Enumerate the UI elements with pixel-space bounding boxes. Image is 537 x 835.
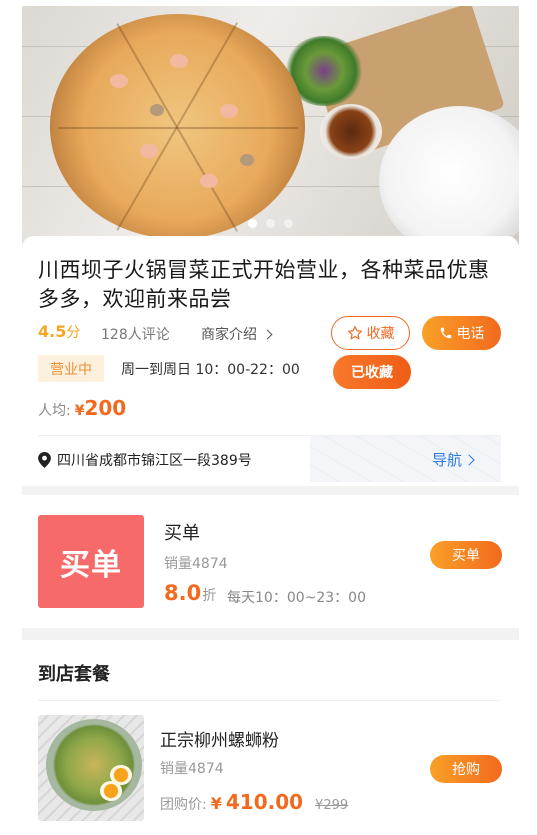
package-price: 团购价: ¥ 410.00 ¥299 <box>160 790 348 814</box>
favorite-button[interactable]: 收藏 <box>331 316 410 350</box>
average-price-label: 人均: <box>38 403 71 419</box>
merchant-intro-link[interactable]: 商家介绍 <box>201 324 273 344</box>
divider <box>38 700 501 701</box>
pay-title: 买单 <box>164 523 200 544</box>
buy-now-button[interactable]: 抢购 <box>430 755 502 783</box>
shrimp-topping <box>220 104 238 118</box>
pay-discount-value: 8.0 <box>164 581 202 605</box>
shop-title: 川西坝子火锅冒菜正式开始营业，各种菜品优惠多多，欢迎前来品尝 <box>38 258 490 311</box>
section-gap <box>22 486 519 495</box>
phone-icon <box>439 326 453 340</box>
pay-discount-unit: 折 <box>202 588 217 604</box>
section-gap <box>22 628 519 640</box>
rating-score: 4.5分 <box>38 322 80 342</box>
chevron-right-icon <box>263 329 273 340</box>
package-name[interactable]: 正宗柳州螺蛳粉 <box>160 726 279 751</box>
shrimp-topping <box>140 144 158 158</box>
carousel-dot[interactable] <box>284 219 293 228</box>
carousel-dot[interactable] <box>248 219 257 228</box>
egg-topping <box>110 765 132 785</box>
food-plate <box>46 719 142 811</box>
address-row[interactable]: 四川省成都市锦江区一段389号 <box>38 450 252 470</box>
carousel-indicator <box>22 219 519 228</box>
pay-tile-image: 买单 <box>38 515 144 608</box>
merchant-intro-label: 商家介绍 <box>201 327 257 343</box>
business-hours: 周一到周日 10：00-22：00 <box>121 362 300 378</box>
review-count[interactable]: 128人评论 <box>101 324 170 344</box>
call-button[interactable]: 电话 <box>422 316 501 350</box>
address-text: 四川省成都市锦江区一段389号 <box>57 453 252 469</box>
saved-button[interactable]: 已收藏 <box>333 355 411 389</box>
carousel-dot[interactable] <box>266 219 275 228</box>
average-price-value: 200 <box>84 396 127 420</box>
package-price-value: 410.00 <box>225 790 304 814</box>
shrimp-topping <box>170 54 188 68</box>
location-pin-icon <box>38 452 51 468</box>
package-price-label: 团购价: <box>160 797 207 813</box>
average-price-currency: ¥ <box>74 403 85 419</box>
package-sales: 销量4874 <box>160 761 224 777</box>
section-title: 到店套餐 <box>38 664 110 685</box>
pizza <box>50 14 305 239</box>
banner-image[interactable] <box>22 6 519 246</box>
status-badge: 营业中 <box>38 355 104 382</box>
sauce-dish <box>320 104 382 159</box>
pay-button[interactable]: 买单 <box>430 541 502 569</box>
mushroom-topping <box>150 104 164 116</box>
navigate-button[interactable]: 导航 <box>432 449 475 470</box>
shrimp-topping <box>110 74 128 88</box>
pay-sales: 销量4874 <box>164 556 228 572</box>
pay-hours: 每天10：00~23：00 <box>227 590 366 606</box>
navigate-label: 导航 <box>432 451 463 469</box>
chevron-right-icon <box>463 453 475 466</box>
mushroom-topping <box>240 154 254 166</box>
pay-discount: 8.0折 <box>164 581 216 605</box>
package-original-price: ¥299 <box>315 798 349 813</box>
package-image[interactable] <box>38 715 144 821</box>
average-price: 人均: ¥200 <box>38 396 126 420</box>
rating-unit: 分 <box>66 325 81 341</box>
shrimp-topping <box>200 174 218 188</box>
star-icon <box>347 325 363 341</box>
favorite-label: 收藏 <box>366 326 395 342</box>
package-price-currency: ¥ <box>210 794 222 813</box>
rating-value: 4.5 <box>38 322 67 341</box>
call-label: 电话 <box>456 326 485 342</box>
